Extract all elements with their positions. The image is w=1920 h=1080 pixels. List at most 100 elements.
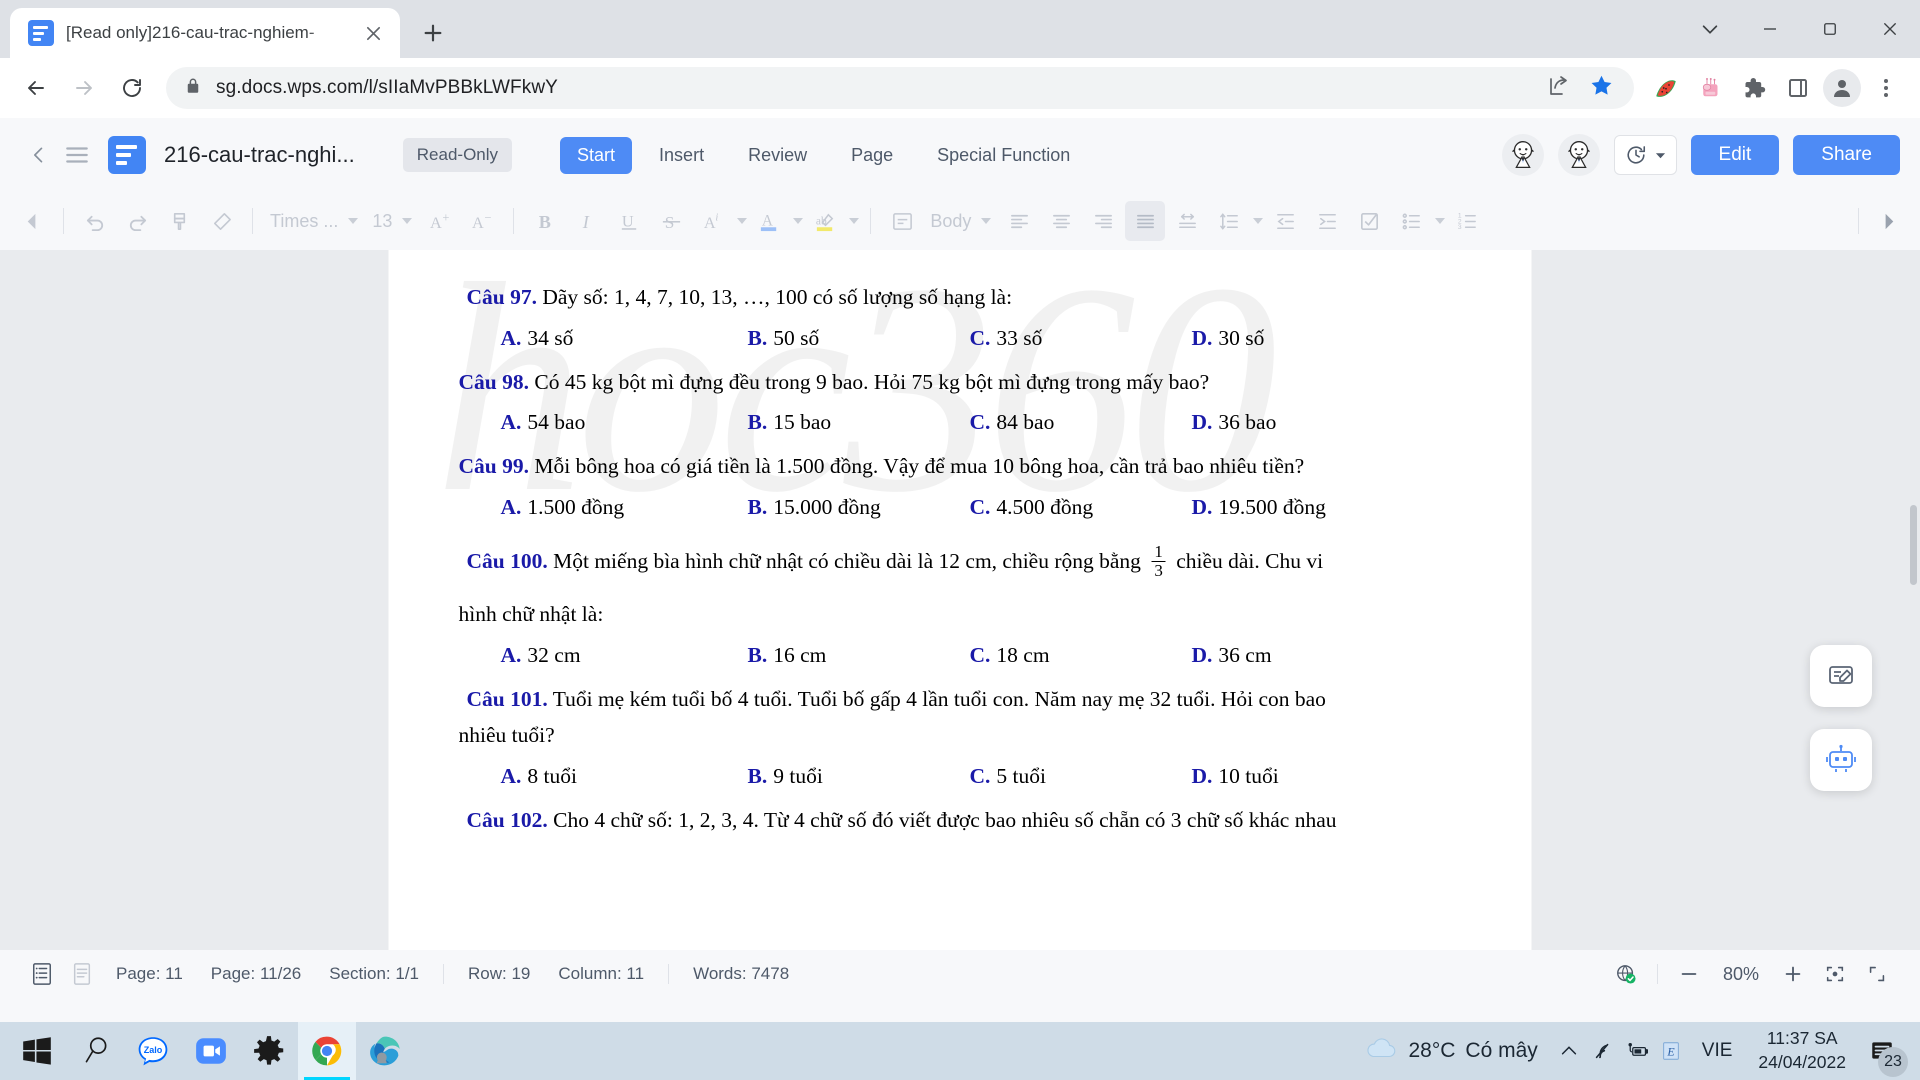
checklist-icon[interactable] [1349, 201, 1389, 241]
chevron-down-icon[interactable] [737, 218, 748, 224]
chevron-left-icon[interactable] [22, 145, 56, 165]
underline-icon[interactable]: U [609, 201, 649, 241]
undo-icon[interactable] [75, 201, 115, 241]
google-chrome-icon[interactable] [298, 1022, 356, 1080]
chevron-up-icon[interactable] [1552, 1030, 1586, 1072]
fullscreen-icon[interactable] [1856, 954, 1898, 994]
tab-start[interactable]: Start [560, 136, 633, 174]
tab-page[interactable]: Page [834, 137, 910, 174]
bullet-list-icon[interactable] [1391, 201, 1431, 241]
clock[interactable]: 11:37 SA 24/04/2022 [1746, 1027, 1858, 1074]
tab-review[interactable]: Review [731, 137, 824, 174]
tab-insert[interactable]: Insert [642, 137, 721, 174]
options-99: A. 1.500 đồng B. 15.000 đồng C. 4.500 đồng … [459, 495, 1462, 520]
edit-button[interactable]: Edit [1690, 135, 1780, 175]
zoom-out-button[interactable] [1668, 954, 1710, 994]
increase-font-size-icon[interactable]: A + [420, 201, 460, 241]
status-section: Section: 1/1 [329, 964, 420, 983]
feedback-pen-icon[interactable] [1810, 645, 1872, 707]
profile-avatar-icon[interactable] [1822, 68, 1862, 108]
document-scrollbar[interactable] [1906, 250, 1920, 950]
star-icon[interactable] [1589, 73, 1614, 103]
zoom-icon[interactable] [182, 1022, 240, 1080]
status-bar: Page: 11 Page: 11/26 Section: 1/1 Row: 1… [0, 950, 1920, 998]
paragraph-style-icon[interactable] [882, 201, 922, 241]
three-dot-menu-icon[interactable] [1866, 68, 1906, 108]
numbered-list-icon[interactable]: 123 [1447, 201, 1487, 241]
wifi-icon[interactable] [1586, 1030, 1620, 1072]
search-icon[interactable] [66, 1022, 124, 1080]
hamburger-menu-icon[interactable] [56, 142, 98, 168]
microsoft-edge-icon[interactable] [356, 1022, 414, 1080]
zalo-icon[interactable]: Zalo [124, 1022, 182, 1080]
weather-widget[interactable]: 28°C Có mây [1363, 1035, 1552, 1067]
history-clock-icon[interactable] [1613, 135, 1677, 175]
new-tab-button[interactable] [408, 8, 458, 58]
maximize-icon[interactable] [1800, 0, 1860, 58]
user-avatar-1[interactable] [1501, 134, 1544, 176]
minimize-icon[interactable] [1740, 0, 1800, 58]
notification-icon[interactable]: 23 [1858, 1027, 1908, 1077]
character-spacing-icon[interactable] [1167, 201, 1207, 241]
share-button[interactable]: Share [1793, 135, 1900, 175]
system-tray: 28°C Có mây E VIE 11:37 SA 24/04/2022 23 [1363, 1027, 1913, 1077]
robot-assistant-icon[interactable] [1810, 729, 1872, 791]
italic-icon[interactable]: I [567, 201, 607, 241]
fit-page-icon[interactable] [1814, 954, 1856, 994]
chevron-down-icon[interactable] [793, 218, 804, 224]
strikethrough-icon[interactable]: S [651, 201, 691, 241]
toolbar-scroll-right-icon[interactable] [1868, 201, 1908, 241]
zoom-in-button[interactable] [1772, 954, 1814, 994]
watermelon-icon[interactable] [1646, 68, 1686, 108]
align-right-icon[interactable] [1083, 201, 1123, 241]
side-panel-icon[interactable] [1778, 68, 1818, 108]
page-view-icon[interactable] [62, 962, 102, 986]
outline-view-icon[interactable] [22, 962, 62, 986]
decrease-font-size-icon[interactable]: A − [462, 201, 502, 241]
tab-special-function[interactable]: Special Function [920, 137, 1087, 174]
windows-start-icon[interactable] [8, 1022, 66, 1080]
clear-format-icon[interactable] [201, 201, 241, 241]
format-painter-icon[interactable] [159, 201, 199, 241]
pink-robot-icon[interactable] [1690, 68, 1730, 108]
close-icon[interactable] [360, 20, 386, 46]
font-family-select[interactable]: Times ... [264, 211, 364, 232]
battery-charging-icon[interactable] [1620, 1030, 1654, 1072]
chevron-down-icon[interactable] [1435, 218, 1446, 224]
back-arrow-icon[interactable] [14, 66, 58, 110]
ime-icon[interactable]: E [1654, 1030, 1688, 1072]
question-text: Dãy số: 1, 4, 7, 10, 13, …, 100 có số lư… [542, 285, 1013, 309]
text-effects-icon[interactable]: Ai [693, 201, 733, 241]
align-left-icon[interactable] [999, 201, 1039, 241]
align-justify-icon[interactable] [1125, 201, 1166, 241]
chevron-down-icon[interactable] [849, 218, 860, 224]
increase-indent-icon[interactable] [1307, 201, 1347, 241]
bold-icon[interactable]: B [525, 201, 565, 241]
language-indicator[interactable]: VIE [1688, 1040, 1747, 1062]
highlight-color-icon[interactable]: ab [805, 201, 845, 241]
align-center-icon[interactable] [1041, 201, 1081, 241]
reload-icon[interactable] [110, 66, 154, 110]
puzzle-piece-icon[interactable] [1734, 68, 1774, 108]
option-text: 16 cm [773, 642, 827, 667]
settings-gear-icon[interactable] [240, 1022, 298, 1080]
option-letter: D. [1191, 763, 1213, 788]
document-canvas[interactable]: hoc360 Câu 97. Dãy số: 1, 4, 7, 10, 13, … [0, 250, 1920, 950]
chevron-down-icon[interactable] [1253, 218, 1264, 224]
address-bar[interactable]: sg.docs.wps.com/l/sIIaMvPBBkLWFkwY [166, 67, 1634, 109]
forward-arrow-icon[interactable] [62, 66, 106, 110]
redo-icon[interactable] [117, 201, 157, 241]
toolbar-scroll-left-icon[interactable] [12, 201, 52, 241]
font-color-icon[interactable]: A [749, 201, 789, 241]
decrease-indent-icon[interactable] [1265, 201, 1305, 241]
paragraph-style-select[interactable]: Body [924, 211, 997, 232]
browser-tab[interactable]: [Read only]216-cau-trac-nghiem- [10, 8, 400, 58]
share-icon[interactable] [1547, 74, 1571, 103]
zoom-level[interactable]: 80% [1710, 964, 1772, 985]
font-size-select[interactable]: 13 [366, 211, 418, 232]
scrollbar-thumb[interactable] [1910, 505, 1917, 585]
close-icon[interactable] [1860, 0, 1920, 58]
line-spacing-icon[interactable] [1209, 201, 1249, 241]
chevron-down-icon[interactable] [1680, 0, 1740, 58]
user-avatar-2[interactable] [1557, 134, 1600, 176]
